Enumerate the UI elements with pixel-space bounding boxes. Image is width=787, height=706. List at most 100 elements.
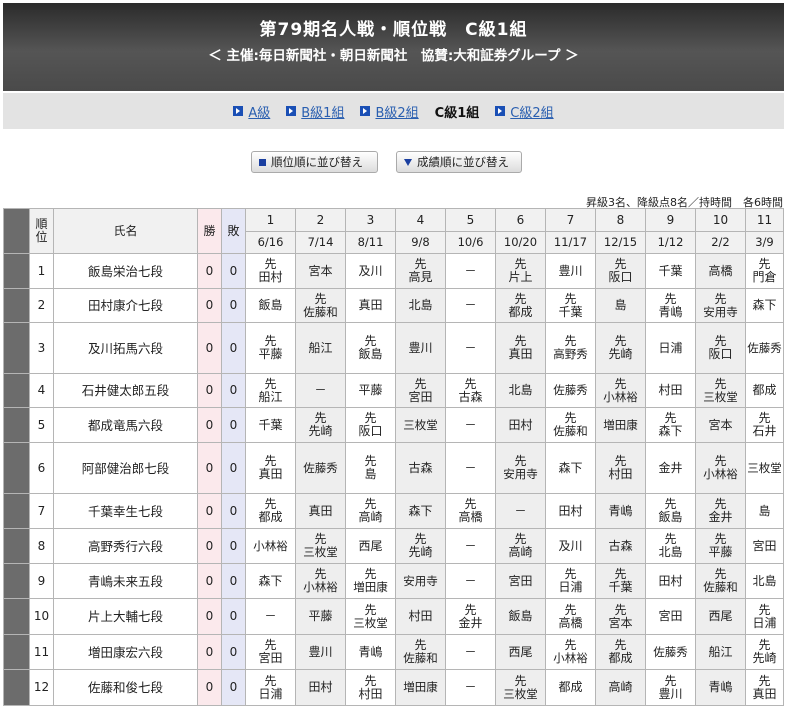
- arrow-right-icon: [360, 106, 371, 116]
- game-cell: 平藤: [295, 598, 346, 635]
- game-cell: 古森: [395, 442, 446, 494]
- opponent-name: 豊川: [658, 686, 683, 701]
- opponent-name: 豊川: [408, 340, 433, 355]
- round-number: 1: [245, 208, 296, 232]
- game-cell: 先田村: [245, 253, 296, 289]
- table-row: 5 都成竜馬六段 0 0 千葉先先崎先阪口 三枚堂－田村先佐藤和 増田康先森下 宮本先石井: [3, 407, 784, 443]
- game-cell: 宮田: [495, 563, 546, 599]
- opponent-name: 高橋: [708, 263, 733, 278]
- game-cell: 先千葉: [595, 563, 646, 599]
- nav-item-a[interactable]: A級: [233, 102, 270, 121]
- opponent-name: 宮本: [608, 615, 633, 630]
- nav-current-c1: C級1組: [434, 105, 480, 121]
- opponent-name: 平藤: [358, 383, 383, 397]
- opponent-name: 宮田: [508, 573, 533, 588]
- rank-cell: 11: [29, 634, 54, 670]
- opponent-name: －: [464, 298, 477, 312]
- game-cell: 日浦: [645, 322, 696, 374]
- game-cell: 青嶋: [345, 634, 396, 670]
- opponent-name: 増田康: [603, 417, 638, 432]
- row-marker: [3, 407, 30, 443]
- sort-by-result-label: 成績順に並び替え: [417, 155, 509, 169]
- opponent-name: 森下: [658, 424, 683, 438]
- game-cell: 先金井: [445, 598, 496, 635]
- game-cell: 先都成: [595, 634, 646, 670]
- game-cell: －: [295, 373, 346, 408]
- game-cell: －: [445, 288, 496, 323]
- game-cell: 先金井: [695, 493, 746, 529]
- row-marker: [3, 528, 30, 564]
- opponent-name: 高見: [408, 270, 433, 284]
- opponent-name: 安用寺: [703, 304, 738, 319]
- opponent-name: 安用寺: [503, 467, 538, 481]
- game-cell: －: [445, 634, 496, 670]
- table-row: 1 飯島栄治七段 0 0 先田村 宮本 及川先高見－先片上 豊川先阪口 千葉 高橋先門倉: [3, 253, 784, 289]
- opponent-name: 千葉: [658, 263, 683, 278]
- opponent-name: 西尾: [508, 644, 533, 659]
- opponent-name: 真田: [752, 686, 777, 701]
- table-row: 8 高野秀行六段 0 0 小林裕先三枚堂 西尾先先崎－先高崎 及川 古森先北島先平藤 宮田: [3, 528, 784, 564]
- opponent-name: 小林裕: [603, 389, 638, 404]
- game-cell: 島: [595, 288, 646, 323]
- row-marker: [3, 288, 30, 323]
- rank-cell: 3: [29, 322, 54, 374]
- opponent-name: 先崎: [752, 651, 777, 665]
- round-date: 9/8: [395, 231, 446, 254]
- game-cell: －: [445, 528, 496, 564]
- wins-cell: 0: [197, 442, 222, 494]
- header-rank: 順位: [29, 208, 54, 254]
- nav-link-b2[interactable]: B級2組: [375, 102, 418, 121]
- opponent-name: 真田: [308, 503, 333, 518]
- opponent-name: 金井: [658, 460, 683, 475]
- losses-cell: 0: [221, 288, 246, 323]
- game-cell: 北島: [395, 288, 446, 323]
- opponent-name: 小林裕: [703, 467, 738, 481]
- opponent-name: 日浦: [752, 615, 777, 630]
- sort-by-rank-button[interactable]: 順位順に並び替え: [251, 151, 378, 173]
- game-cell: －: [445, 442, 496, 494]
- opponent-name: 先崎: [608, 347, 633, 361]
- nav-link-c2[interactable]: C級2組: [510, 102, 553, 121]
- opponent-name: 石井: [752, 424, 777, 438]
- opponent-name: 森下: [258, 573, 283, 588]
- wins-cell: 0: [197, 634, 222, 670]
- sort-by-result-button[interactable]: 成績順に並び替え: [396, 151, 522, 173]
- game-cell: 増田康: [595, 407, 646, 443]
- round-date: 7/14: [295, 231, 346, 254]
- rank-cell: 7: [29, 493, 54, 529]
- game-cell: 先佐藤和: [295, 288, 346, 323]
- opponent-name: 宮本: [308, 263, 333, 278]
- game-cell: 先阪口: [595, 253, 646, 289]
- opponent-name: －: [264, 609, 277, 623]
- opponent-name: 田村: [508, 417, 533, 432]
- losses-cell: 0: [221, 322, 246, 374]
- player-name: 千葉幸生七段: [53, 493, 198, 529]
- nav-link-a[interactable]: A級: [248, 102, 270, 121]
- opponent-name: 西尾: [358, 538, 383, 553]
- opponent-name: 飯島: [358, 347, 383, 361]
- table-row: 7 千葉幸生七段 0 0 先都成 真田先高崎 森下先高橋－田村 青嶋先飯島先金井島: [3, 493, 784, 529]
- game-cell: 豊川: [295, 634, 346, 670]
- game-cell: 先阪口: [345, 407, 396, 443]
- game-cell: 先真田: [495, 322, 546, 374]
- game-cell: 先北島: [645, 528, 696, 564]
- opponent-name: 宮田: [408, 389, 433, 404]
- game-cell: 先青嶋: [645, 288, 696, 323]
- game-cell: 西尾: [695, 598, 746, 635]
- nav-item-b1[interactable]: B級1組: [286, 102, 344, 121]
- game-cell: 田村: [645, 563, 696, 599]
- nav-item-b2[interactable]: B級2組: [360, 102, 419, 121]
- opponent-name: －: [514, 503, 527, 518]
- row-marker: [3, 208, 30, 254]
- game-cell: 豊川: [395, 322, 446, 374]
- player-name: 佐藤和俊七段: [53, 669, 198, 706]
- opponent-name: 三枚堂: [503, 686, 538, 701]
- round-number: 9: [645, 208, 696, 232]
- game-cell: －: [495, 493, 546, 529]
- wins-cell: 0: [197, 669, 222, 706]
- game-cell: 田村: [495, 407, 546, 443]
- opponent-name: 平藤: [308, 609, 333, 623]
- game-cell: －: [445, 253, 496, 289]
- nav-link-b1[interactable]: B級1組: [301, 102, 344, 121]
- nav-item-c2[interactable]: C級2組: [495, 102, 554, 121]
